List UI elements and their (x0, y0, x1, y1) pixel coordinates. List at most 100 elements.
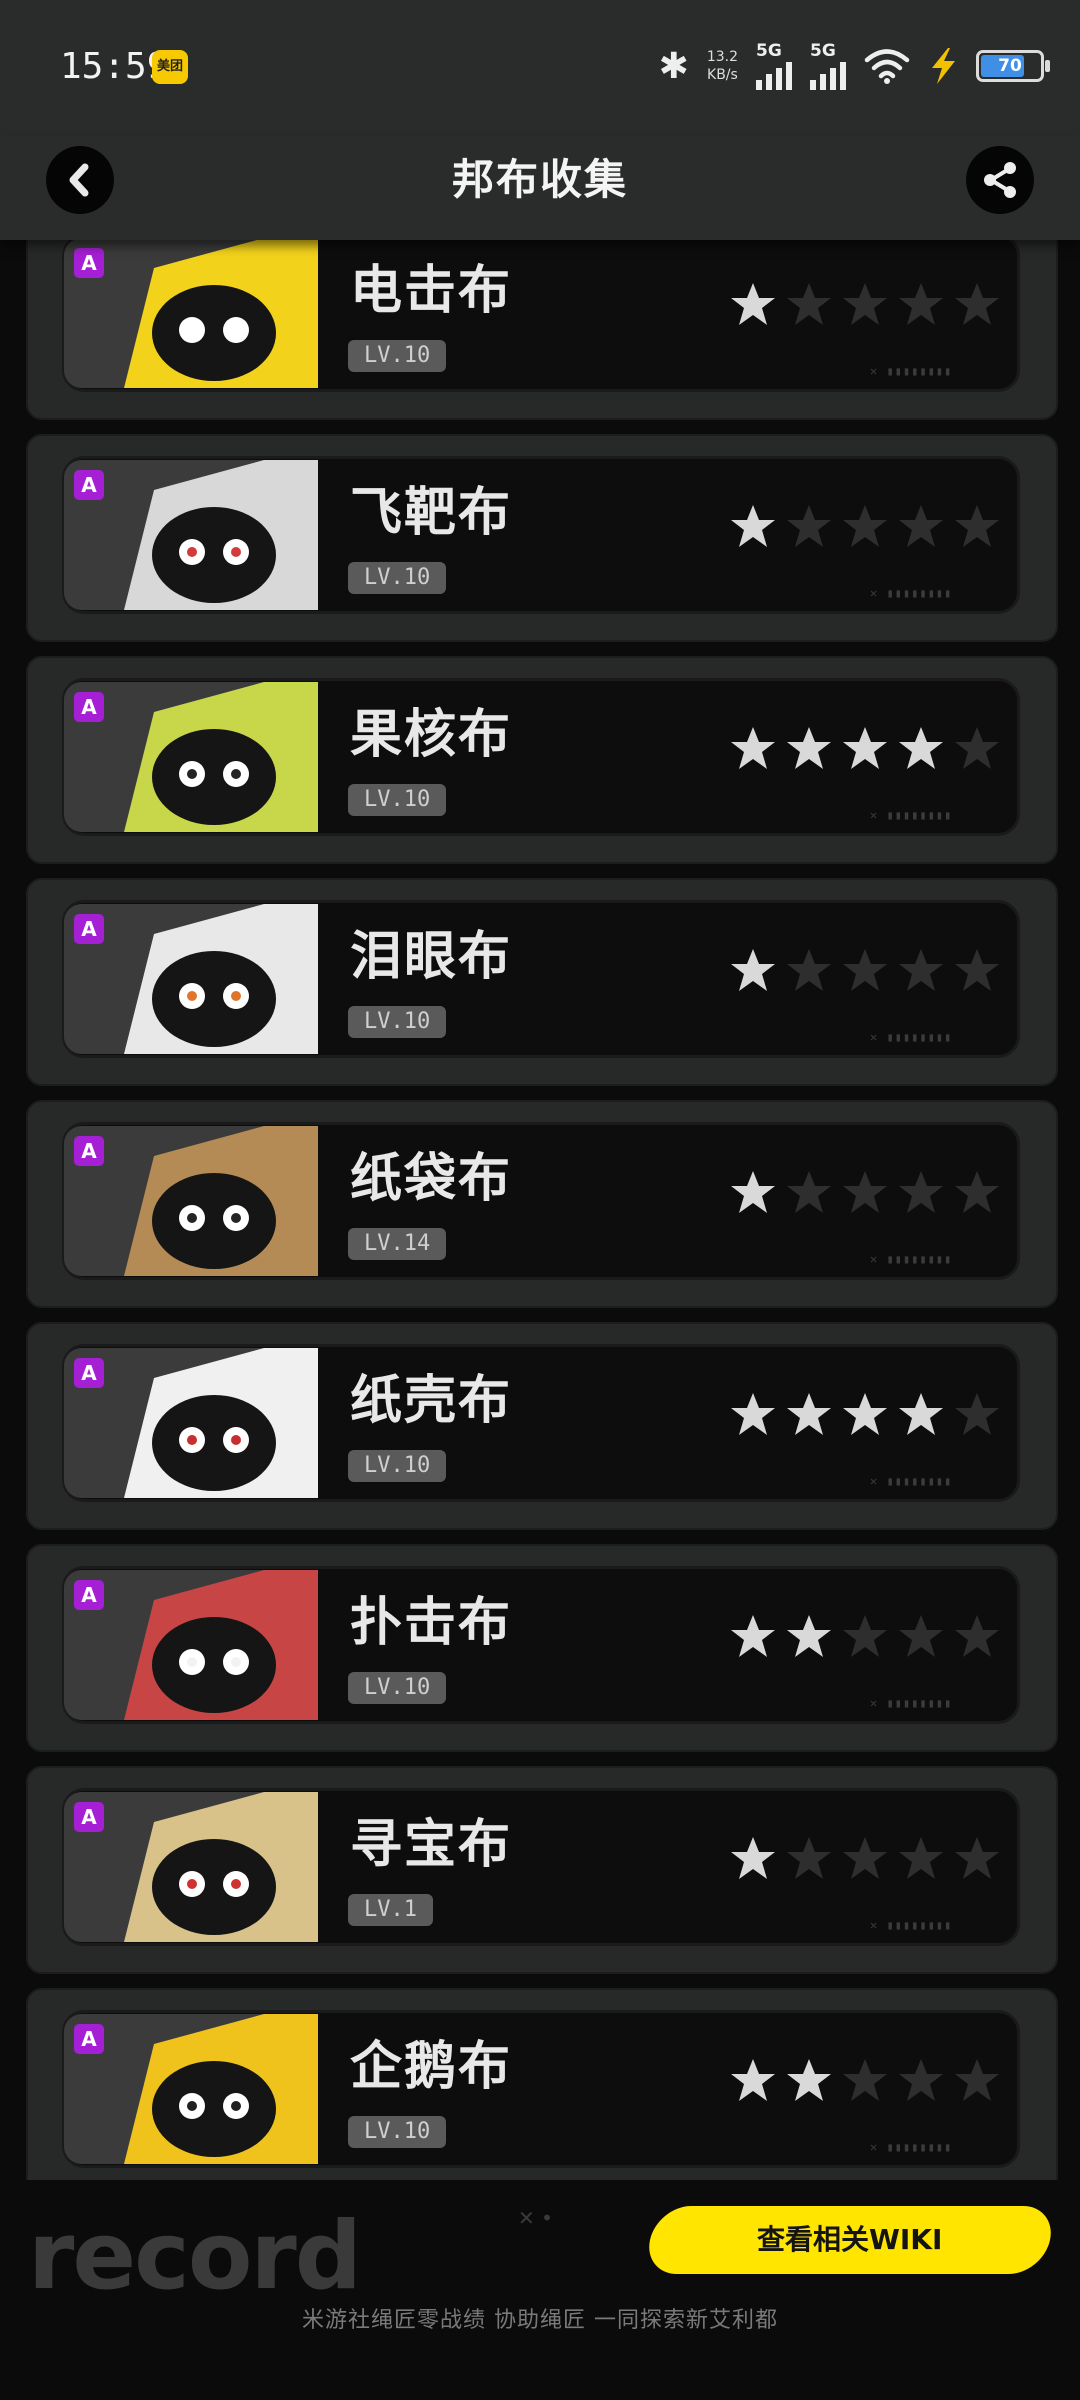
bangboo-card[interactable]: A 果核布 LV.10 ✕ ▮▮▮▮▮▮▮▮ (26, 656, 1058, 864)
bangboo-level-badge: LV.10 (348, 1006, 447, 1038)
card-code-decoration: ✕ ▮▮▮▮▮▮▮▮ (870, 586, 953, 600)
bangboo-name: 电击布 (350, 261, 513, 321)
star-filled-icon (787, 1393, 831, 1435)
card-code-decoration: ✕ ▮▮▮▮▮▮▮▮ (870, 808, 953, 822)
star-rating (728, 946, 1002, 996)
rank-a-badge: A (74, 2024, 104, 2054)
star-empty-icon (843, 2059, 887, 2101)
card-code-decoration: ✕ ▮▮▮▮▮▮▮▮ (870, 1474, 953, 1488)
star-empty-icon (899, 1837, 943, 1879)
footer: record ✕ • 查看相关WIKI 米游社绳匠零战绩 协助绳匠 一同探索新艾… (0, 2180, 1080, 2400)
star-filled-icon (843, 727, 887, 769)
star-filled-icon (843, 1393, 887, 1435)
rank-a-badge: A (74, 470, 104, 500)
rank-a-badge: A (74, 1580, 104, 1610)
rank-a-badge: A (74, 692, 104, 722)
star-filled-icon (899, 727, 943, 769)
star-empty-icon (787, 949, 831, 991)
rank-a-badge: A (74, 1802, 104, 1832)
star-empty-icon (787, 1837, 831, 1879)
star-filled-icon (731, 1837, 775, 1879)
star-empty-icon (843, 1171, 887, 1213)
card-code-decoration: ✕ ▮▮▮▮▮▮▮▮ (870, 364, 953, 378)
card-code-decoration: ✕ ▮▮▮▮▮▮▮▮ (870, 1918, 953, 1932)
bangboo-name: 企鹅布 (350, 2037, 513, 2097)
rank-a-badge: A (74, 1358, 104, 1388)
bluetooth-icon: ✱ (658, 45, 689, 87)
star-empty-icon (787, 1171, 831, 1213)
signal-icon: 5G (756, 42, 792, 90)
star-filled-icon (899, 1393, 943, 1435)
card-code-decoration: ✕ ▮▮▮▮▮▮▮▮ (870, 2140, 953, 2154)
star-empty-icon (843, 1837, 887, 1879)
star-rating (728, 1390, 1002, 1440)
bangboo-level-badge: LV.1 (348, 1894, 433, 1926)
status-bar: 15:59 美团 ✱ 13.2 KB/s 5G 5G 70 (0, 0, 1080, 136)
star-filled-icon (787, 1615, 831, 1657)
star-empty-icon (955, 1615, 999, 1657)
star-filled-icon (731, 1393, 775, 1435)
bangboo-name: 飞靶布 (350, 483, 513, 543)
bangboo-card[interactable]: A 寻宝布 LV.1 ✕ ▮▮▮▮▮▮▮▮ (26, 1766, 1058, 1974)
star-empty-icon (899, 1171, 943, 1213)
star-empty-icon (955, 727, 999, 769)
bangboo-name: 果核布 (350, 705, 513, 765)
star-rating (728, 1168, 1002, 1218)
rank-a-badge: A (74, 1136, 104, 1166)
share-button[interactable] (966, 146, 1034, 214)
card-code-decoration: ✕ ▮▮▮▮▮▮▮▮ (870, 1696, 953, 1710)
bangboo-name: 泪眼布 (350, 927, 513, 987)
signal-2-label: 5G (810, 41, 836, 61)
star-rating (728, 724, 1002, 774)
star-empty-icon (787, 505, 831, 547)
bangboo-card[interactable]: A 纸壳布 LV.10 ✕ ▮▮▮▮▮▮▮▮ (26, 1322, 1058, 1530)
star-filled-icon (787, 727, 831, 769)
bangboo-card[interactable]: A 飞靶布 LV.10 ✕ ▮▮▮▮▮▮▮▮ (26, 434, 1058, 642)
star-empty-icon (955, 1171, 999, 1213)
star-rating (728, 1612, 1002, 1662)
view-wiki-label: 查看相关WIKI (757, 2223, 943, 2256)
share-icon (984, 162, 1016, 198)
star-empty-icon (843, 1615, 887, 1657)
star-filled-icon (731, 1171, 775, 1213)
star-empty-icon (843, 949, 887, 991)
bangboo-card[interactable]: A 电击布 LV.10 ✕ ▮▮▮▮▮▮▮▮ (26, 212, 1058, 420)
bangboo-card[interactable]: A 纸袋布 LV.14 ✕ ▮▮▮▮▮▮▮▮ (26, 1100, 1058, 1308)
star-empty-icon (955, 949, 999, 991)
star-empty-icon (955, 1837, 999, 1879)
record-mark: ✕ • (518, 2206, 553, 2230)
bangboo-card[interactable]: A 企鹅布 LV.10 ✕ ▮▮▮▮▮▮▮▮ (26, 1988, 1058, 2180)
star-filled-icon (787, 2059, 831, 2101)
net-speed-unit: KB/s (707, 67, 738, 83)
battery-level: 70 (998, 56, 1022, 76)
card-code-decoration: ✕ ▮▮▮▮▮▮▮▮ (870, 1030, 953, 1044)
star-empty-icon (899, 949, 943, 991)
signal-icon: 5G (810, 42, 846, 90)
bangboo-level-badge: LV.10 (348, 1672, 447, 1704)
rank-a-badge: A (74, 914, 104, 944)
star-empty-icon (899, 2059, 943, 2101)
star-empty-icon (899, 505, 943, 547)
star-empty-icon (843, 505, 887, 547)
star-rating (728, 502, 1002, 552)
bangboo-name: 纸袋布 (350, 1149, 513, 1209)
bangboo-card[interactable]: A 扑击布 LV.10 ✕ ▮▮▮▮▮▮▮▮ (26, 1544, 1058, 1752)
star-empty-icon (955, 283, 999, 325)
charging-bolt-icon (932, 48, 955, 84)
star-filled-icon (731, 2059, 775, 2101)
star-empty-icon (955, 2059, 999, 2101)
bangboo-card[interactable]: A 泪眼布 LV.10 ✕ ▮▮▮▮▮▮▮▮ (26, 878, 1058, 1086)
bangboo-level-badge: LV.10 (348, 562, 447, 594)
battery-icon: 70 (976, 50, 1050, 82)
rank-a-badge: A (74, 248, 104, 278)
card-code-decoration: ✕ ▮▮▮▮▮▮▮▮ (870, 1252, 953, 1266)
star-filled-icon (731, 727, 775, 769)
view-wiki-button[interactable]: 查看相关WIKI (642, 2206, 1058, 2274)
star-empty-icon (899, 283, 943, 325)
star-filled-icon (731, 283, 775, 325)
star-rating (728, 2056, 1002, 2106)
top-app-bar: 邦布收集 (0, 136, 1080, 240)
bangboo-list[interactable]: A 电击布 LV.10 ✕ ▮▮▮▮▮▮▮▮ A 飞靶布 LV.10 ✕ ▮▮▮▮▮▮▮▮ A 果… (0, 0, 1080, 2180)
wifi-icon (864, 49, 910, 84)
bangboo-level-badge: LV.10 (348, 1450, 447, 1482)
